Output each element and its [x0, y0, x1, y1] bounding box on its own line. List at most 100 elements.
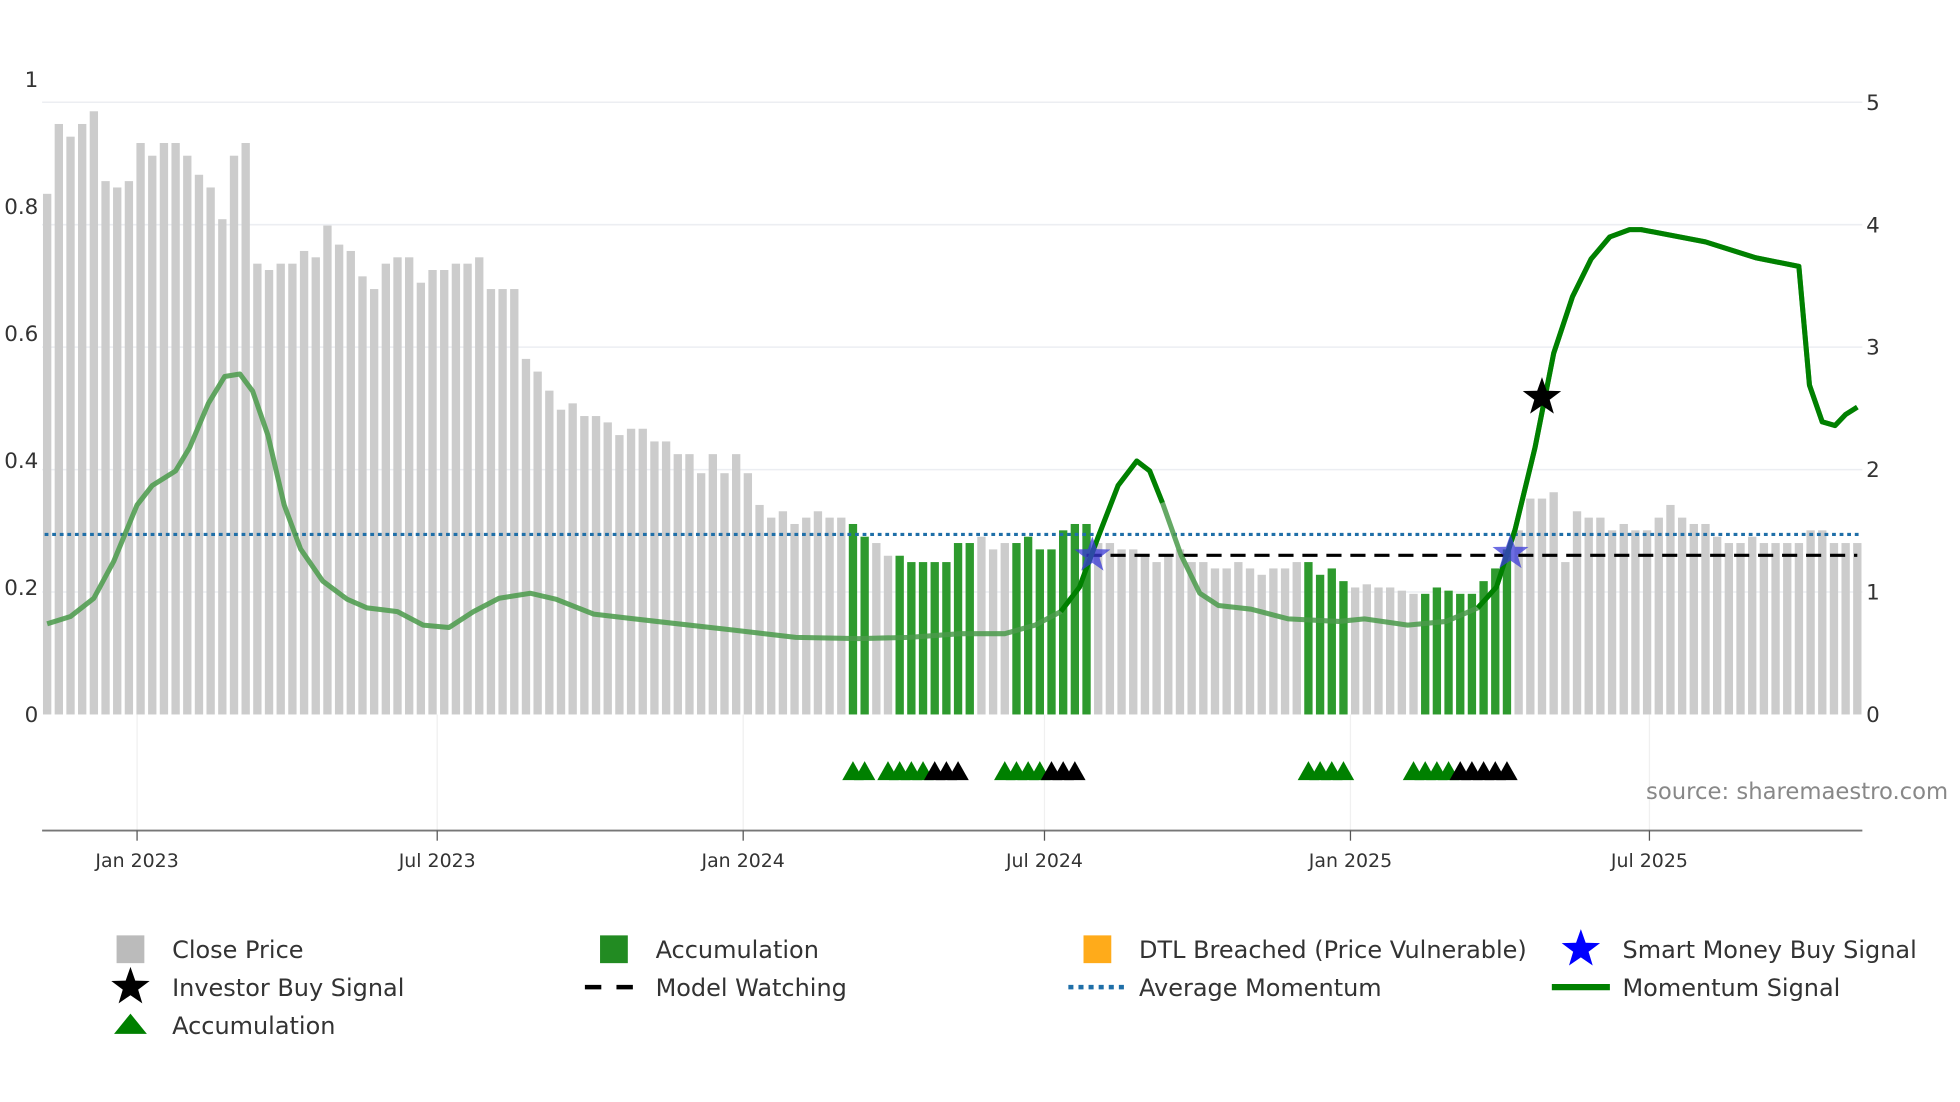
close-price-bar	[369, 289, 379, 715]
x-tick-label: Jan 2023	[94, 850, 178, 872]
close-price-bar	[113, 187, 122, 715]
close-price-bar	[1631, 530, 1640, 715]
accumulation-bar	[1502, 549, 1512, 715]
close-price-bar	[1783, 543, 1792, 715]
close-price-bar	[1748, 536, 1757, 715]
close-price-bar	[696, 473, 706, 715]
accumulation-bar	[1035, 549, 1044, 715]
accumulation-bar	[965, 543, 974, 715]
close-price-bar	[440, 270, 449, 715]
close-price-bar	[813, 511, 823, 715]
close-price-bar	[498, 289, 507, 715]
close-price-bar	[206, 187, 215, 715]
close-price-bar	[626, 428, 636, 715]
close-price-bar	[89, 111, 99, 715]
close-price-bar	[1152, 562, 1161, 715]
close-price-bar	[288, 263, 297, 715]
close-price-bar	[1280, 568, 1290, 715]
legend-label: Model Watching	[656, 974, 847, 1002]
close-price-bar	[101, 181, 110, 715]
source-label: source: sharemaestro.com	[1646, 779, 1948, 805]
close-price-bar	[732, 454, 741, 715]
close-price-bar	[416, 282, 426, 715]
close-price-bar	[802, 517, 811, 715]
close-price-bar	[381, 263, 390, 715]
close-price-bar	[1829, 543, 1839, 715]
accumulation-bar	[1444, 590, 1453, 715]
close-price-bar	[1409, 593, 1418, 715]
close-price-bar	[1759, 543, 1769, 715]
close-price-bar	[1806, 530, 1815, 715]
close-price-bar	[521, 358, 531, 715]
close-price-bar	[1549, 492, 1558, 715]
legend-label: Momentum Signal	[1623, 974, 1841, 1002]
x-tick-label: Jan 2024	[701, 850, 785, 872]
legend-triangle-icon	[114, 1013, 147, 1034]
close-price-bar	[1701, 523, 1710, 715]
close-price-bar	[1164, 555, 1173, 715]
close-price-bar	[1736, 543, 1745, 715]
close-price-bar	[159, 143, 169, 715]
close-price-bar	[1397, 590, 1407, 715]
left-tick-label: 0.8	[4, 195, 38, 220]
left-tick-label: 0.4	[4, 449, 38, 474]
close-price-bar	[1257, 574, 1266, 715]
close-price-bar	[253, 263, 262, 715]
close-price-bar	[1386, 587, 1395, 715]
close-price-bar	[264, 270, 274, 715]
close-price-bar	[510, 289, 519, 715]
close-price-bar	[1724, 543, 1734, 715]
x-tick-label: Jul 2023	[398, 850, 476, 872]
close-price-bar	[1666, 504, 1675, 715]
close-price-bar	[533, 371, 542, 715]
close-price-bar	[1677, 517, 1687, 715]
close-price-bar	[1526, 498, 1535, 715]
x-tick-label: Jan 2025	[1308, 850, 1392, 872]
close-price-bar	[883, 555, 893, 715]
right-tick-label: 5	[1866, 91, 1880, 116]
close-price-bar	[171, 143, 180, 715]
legend: Close Price Accumulation DTL Breached (Pri…	[111, 929, 1917, 1040]
close-price-bar	[463, 263, 472, 715]
close-price-bar	[1642, 530, 1652, 715]
close-price-bar	[1269, 568, 1278, 715]
close-price-bar	[1689, 523, 1698, 715]
close-price-bar	[393, 257, 402, 715]
close-price-bar	[1713, 536, 1722, 715]
close-price-bar	[323, 225, 332, 715]
close-price-bar	[1596, 517, 1605, 715]
close-price-bar	[661, 441, 671, 715]
close-price-bar	[767, 517, 776, 715]
legend-label: Accumulation	[656, 936, 819, 964]
left-tick-label: 0.2	[4, 576, 38, 601]
accumulation-bar	[1339, 581, 1348, 715]
left-tick-label: 0	[25, 703, 39, 728]
close-price-bar	[1584, 517, 1593, 715]
smart-money-buy-star	[1074, 536, 1111, 571]
accumulation-bar	[1421, 593, 1430, 715]
close-price-bar	[1245, 568, 1255, 715]
close-price-bar	[183, 155, 192, 715]
close-price-bar	[475, 257, 484, 715]
accumulation-bar	[1070, 523, 1080, 715]
close-price-bar	[1619, 523, 1628, 715]
close-price-bar	[1607, 530, 1617, 715]
close-price-bar	[825, 517, 834, 715]
close-price-bar	[1000, 543, 1009, 715]
close-price-bar	[1561, 562, 1570, 715]
legend-star-icon	[1561, 929, 1601, 966]
close-price-bar	[1129, 549, 1138, 715]
close-price-bar	[1572, 511, 1582, 715]
close-price-bar	[358, 276, 367, 715]
close-price-bar	[334, 244, 344, 715]
legend-star-icon	[111, 966, 150, 1004]
close-price-bar	[720, 473, 729, 715]
accumulation-bar	[1327, 568, 1336, 715]
close-price-bar	[790, 523, 799, 715]
momentum-chart: 0 0.2 0.4 0.6 0.8 1 0 1 2 3 4 5 Jan 2023 Jul 2023 Jan …	[4, 68, 1948, 1040]
close-price-bar	[1818, 530, 1827, 715]
accumulation-bar	[848, 523, 858, 715]
close-price-bar	[218, 219, 227, 715]
legend-swatch-icon	[600, 935, 628, 964]
close-price-bar	[311, 257, 320, 715]
